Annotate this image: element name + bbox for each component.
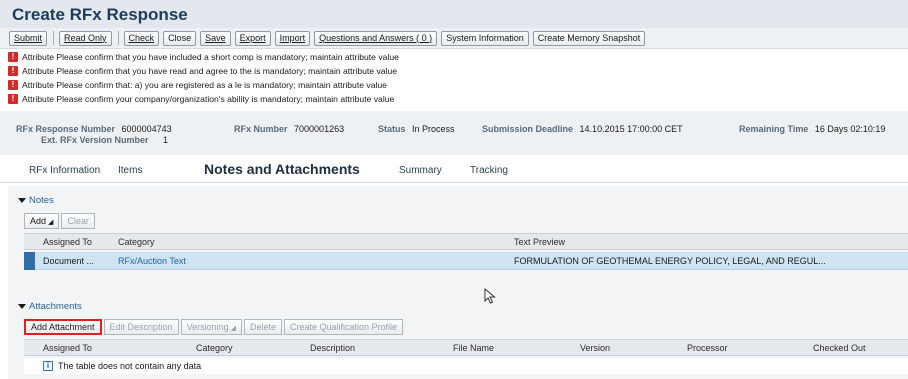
- remaining-time-label: Remaining Time: [739, 124, 809, 134]
- submit-button[interactable]: Submit: [9, 30, 48, 46]
- response-number-value: 6000004743: [121, 124, 172, 134]
- response-number-field: RFx Response Number 6000004743: [16, 124, 172, 134]
- rfx-number-field: RFx Number 7000001263: [234, 124, 344, 134]
- collapse-triangle-icon: [18, 198, 26, 203]
- error-message: ! Attribute Please confirm that you have…: [0, 64, 908, 78]
- response-number-label: RFx Response Number: [16, 124, 116, 134]
- column-header-description[interactable]: Description: [310, 343, 355, 353]
- status-field: Status In Process: [378, 124, 455, 134]
- ext-version-field: Ext. RFx Version Number 1: [41, 135, 168, 145]
- attachments-toolbar: Add Attachment Edit Description Versioni…: [24, 317, 405, 336]
- remaining-time-value: 16 Days 02:10:19: [814, 124, 886, 134]
- note-assigned-to: Document ...: [43, 256, 95, 266]
- main-toolbar: Submit Read Only Check Close Save Export…: [0, 28, 908, 49]
- column-header-processor[interactable]: Processor: [687, 343, 728, 353]
- add-note-label: Add: [30, 215, 47, 226]
- dropdown-caret-icon: ◢: [230, 324, 236, 332]
- tab-strip: RFx Information Items Notes and Attachme…: [0, 157, 908, 183]
- error-icon: !: [8, 80, 18, 90]
- error-message: ! Attribute Please confirm your company/…: [0, 92, 908, 106]
- rfx-number-label: RFx Number: [234, 124, 288, 134]
- error-message-text: Attribute Please confirm your company/or…: [22, 94, 395, 104]
- add-attachment-button[interactable]: Add Attachment: [24, 318, 102, 335]
- remaining-time-field: Remaining Time 16 Days 02:10:19: [739, 124, 885, 134]
- empty-table-message: i The table does not contain any data: [24, 358, 908, 374]
- error-icon: !: [8, 52, 18, 62]
- note-text-preview: FORMULATION OF GEOTHEMAL ENERGY POLICY, …: [514, 256, 826, 266]
- attachments-section-toggle[interactable]: Attachments: [18, 301, 82, 312]
- rfx-number-value: 7000001263: [294, 124, 345, 134]
- error-message: ! Attribute Please confirm that you have…: [0, 50, 908, 64]
- error-icon: !: [8, 66, 18, 76]
- toolbar-separator: [53, 31, 55, 45]
- check-button[interactable]: Check: [123, 30, 160, 46]
- column-header-checked-out[interactable]: Checked Out: [813, 343, 866, 353]
- collapse-triangle-icon: [18, 304, 26, 309]
- tab-summary[interactable]: Summary: [399, 165, 442, 176]
- clear-note-button[interactable]: Clear: [61, 212, 95, 229]
- edit-description-button[interactable]: Edit Description: [103, 318, 179, 335]
- error-message-text: Attribute Please confirm that you have r…: [22, 66, 397, 76]
- error-message-text: Attribute Please confirm that: a) you ar…: [22, 80, 387, 90]
- column-header-text-preview[interactable]: Text Preview: [514, 237, 565, 247]
- column-header-version[interactable]: Version: [580, 343, 610, 353]
- export-button[interactable]: Export: [234, 30, 271, 46]
- tab-content: Notes Add ◢ Clear Assigned To Category Te…: [8, 186, 908, 379]
- tab-rfx-information[interactable]: RFx Information: [29, 165, 100, 176]
- tab-tracking[interactable]: Tracking: [470, 165, 508, 176]
- error-icon: !: [8, 94, 18, 104]
- column-header-file-name[interactable]: File Name: [453, 343, 494, 353]
- status-label: Status: [378, 124, 406, 134]
- save-button[interactable]: Save: [200, 30, 231, 46]
- mouse-pointer-icon: [484, 288, 496, 304]
- tab-notes-and-attachments[interactable]: Notes and Attachments: [204, 161, 360, 177]
- status-value: In Process: [412, 124, 455, 134]
- delete-attachment-button[interactable]: Delete: [244, 318, 283, 335]
- tab-items[interactable]: Items: [118, 165, 142, 176]
- close-button[interactable]: Close: [163, 30, 197, 46]
- notes-section-title: Notes: [29, 195, 54, 206]
- questions-and-answers-button[interactable]: Questions and Answers ( 0 ): [314, 30, 438, 46]
- deadline-label: Submission Deadline: [482, 124, 574, 134]
- attachments-section-title: Attachments: [29, 301, 82, 312]
- add-note-button[interactable]: Add ◢: [24, 212, 60, 229]
- message-area: ! Attribute Please confirm that you have…: [0, 50, 908, 106]
- attachments-table-header: Assigned To Category Description File Na…: [24, 339, 908, 356]
- document-header: RFx Response Number 6000004743 Ext. RFx …: [0, 111, 908, 155]
- info-icon: i: [43, 361, 53, 371]
- error-message: ! Attribute Please confirm that: a) you …: [0, 78, 908, 92]
- page-title: Create RFx Response: [12, 5, 188, 24]
- deadline-value: 14.10.2015 17:00:00 CET: [579, 124, 683, 134]
- column-header-category[interactable]: Category: [118, 237, 155, 247]
- notes-toolbar: Add ◢ Clear: [24, 211, 97, 230]
- column-header-category[interactable]: Category: [196, 343, 233, 353]
- deadline-field: Submission Deadline 14.10.2015 17:00:00 …: [482, 124, 683, 134]
- dropdown-caret-icon: ◢: [48, 218, 54, 226]
- toolbar-separator: [117, 31, 119, 45]
- versioning-label: Versioning: [186, 321, 229, 332]
- column-header-assigned-to[interactable]: Assigned To: [43, 237, 92, 247]
- create-memory-snapshot-button[interactable]: Create Memory Snapshot: [532, 30, 646, 46]
- note-category-link[interactable]: RFx/Auction Text: [118, 256, 186, 266]
- system-information-button[interactable]: System Information: [441, 30, 529, 46]
- error-message-text: Attribute Please confirm that you have i…: [22, 52, 399, 62]
- table-row[interactable]: Document ... RFx/Auction Text FORMULATIO…: [24, 252, 908, 270]
- import-button[interactable]: Import: [274, 30, 311, 46]
- notes-table-header: Assigned To Category Text Preview: [24, 233, 908, 250]
- empty-table-text: The table does not contain any data: [58, 361, 202, 371]
- notes-section-toggle[interactable]: Notes: [18, 195, 54, 206]
- title-bar: Create RFx Response: [0, 0, 908, 28]
- column-header-assigned-to[interactable]: Assigned To: [43, 343, 92, 353]
- row-selector[interactable]: [24, 252, 35, 270]
- read-only-button[interactable]: Read Only: [59, 30, 112, 46]
- ext-version-label: Ext. RFx Version Number: [41, 135, 149, 145]
- versioning-button[interactable]: Versioning ◢: [180, 318, 242, 335]
- ext-version-value: 1: [163, 135, 169, 145]
- create-qualification-profile-button[interactable]: Create Qualification Profile: [284, 318, 404, 335]
